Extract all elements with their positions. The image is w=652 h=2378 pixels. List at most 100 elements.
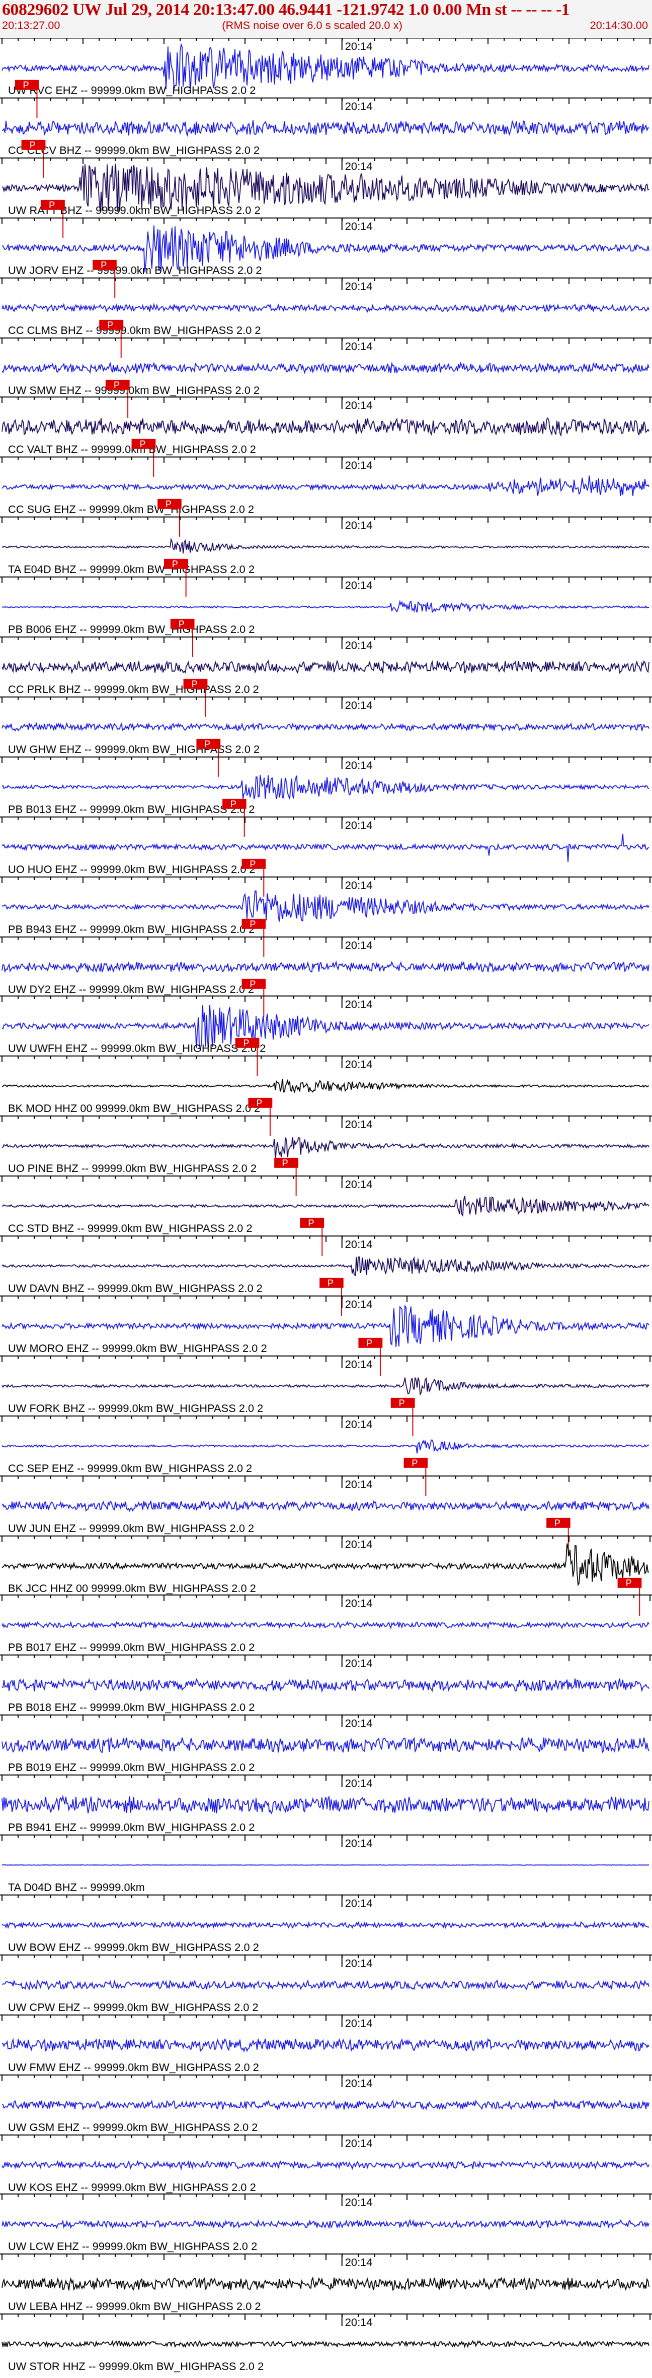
minute-label: 20:14 <box>345 940 373 952</box>
pick-label: P <box>554 1518 560 1528</box>
pick-label: P <box>243 1038 249 1048</box>
pick-label: P <box>308 1218 314 1228</box>
trace-row: 20:14 UW UWFH EHZ -- 99999.0km BW_HIGHPAS… <box>0 995 652 1076</box>
station-label: PB B013 EHZ -- 99999.0km BW_HIGHPASS 2.0… <box>8 804 255 816</box>
waveform <box>1 1304 650 1347</box>
station-label: UW JUN EHZ -- 99999.0km BW_HIGHPASS 2.0 … <box>8 1523 254 1535</box>
trace-row: 20:14 UW DY2 EHZ -- 99999.0km BW_HIGHPASS… <box>0 936 652 1017</box>
waveform <box>1 1543 650 1587</box>
trace-row: 20:14 PB B019 EHZ -- 99999.0km BW_HIGHPAS… <box>0 1714 652 1774</box>
minute-label: 20:14 <box>345 1898 373 1910</box>
trace-row: 20:14 UW LCW EHZ -- 99999.0km BW_HIGHPASS… <box>0 2193 652 2253</box>
station-label: CC SUG EHZ -- 99999.0km BW_HIGHPASS 2.0 … <box>8 504 254 516</box>
minute-label: 20:14 <box>345 1658 373 1670</box>
noise-note: (RMS noise over 6.0 s scaled 20.0 x) <box>222 20 403 32</box>
minute-label: 20:14 <box>345 161 373 173</box>
trace-row: 20:14 BK MOD HHZ 00 99999.0km BW_HIGHPASS… <box>0 1055 652 1136</box>
trace-row: 20:14 PB B943 EHZ -- 99999.0km BW_HIGHPAS… <box>0 876 652 957</box>
waveform <box>1 1256 650 1277</box>
minute-label: 20:14 <box>345 760 373 772</box>
pick-label: P <box>191 679 197 689</box>
waveform <box>1 119 650 138</box>
pick-label: P <box>49 200 55 210</box>
trace-row: 20:14 UW DAVN BHZ -- 99999.0km BW_HIGHPAS… <box>0 1235 652 1316</box>
minute-label: 20:14 <box>345 1179 373 1191</box>
minute-label: 20:14 <box>345 2018 373 2030</box>
waveform <box>1 2159 650 2171</box>
trace-row: 20:14 UW CPW EHZ -- 99999.0km BW_HIGHPASS… <box>0 1954 652 2014</box>
waveform <box>1 2218 650 2230</box>
trace-row: 20:14CC VALT BHZ -- 99999.0km BW_HIGHPAS… <box>0 396 652 477</box>
event-title: 60829602 UW Jul 29, 2014 20:13:47.00 46.… <box>2 0 570 19</box>
waveform <box>1 1736 650 1754</box>
station-label: BK JCC HHZ 00 99999.0km BW_HIGHPASS 2.0 … <box>8 1583 256 1595</box>
trace-row: 20:14 UW JORV EHZ -- 99999.0km BW_HIGHPAS… <box>0 217 652 298</box>
waveform <box>1 775 650 801</box>
waveform <box>1 1500 650 1513</box>
pick-label: P <box>166 499 172 509</box>
pick-label: P <box>101 260 107 270</box>
waveform <box>1 833 650 863</box>
header-bar: 60829602 UW Jul 29, 2014 20:13:47.00 46.… <box>0 0 652 38</box>
minute-label: 20:14 <box>345 101 373 113</box>
trace-row: 20:14 UO PINE BHZ -- 99999.0km BW_HIGHPAS… <box>0 1115 652 1196</box>
trace-row: 20:14 PB B006 EHZ -- 99999.0km BW_HIGHPAS… <box>0 576 652 657</box>
start-time: 20:13:27.00 <box>2 20 61 32</box>
trace-row: 20:14 TA E04D BHZ -- 99999.0km BW_HIGHPAS… <box>0 516 652 597</box>
trace-row: 20:14 UW FORK BHZ -- 99999.0km BW_HIGHPAS… <box>0 1355 652 1436</box>
minute-label: 20:14 <box>345 1239 373 1251</box>
station-label: PB B943 EHZ -- 99999.0km BW_HIGHPASS 2.0… <box>8 924 255 936</box>
minute-label: 20:14 <box>345 2257 373 2269</box>
station-label: PB B019 EHZ -- 99999.0km BW_HIGHPASS 2.0… <box>8 1762 255 1774</box>
station-label: UW FORK BHZ -- 99999.0km BW_HIGHPASS 2.0… <box>8 1403 263 1415</box>
minute-label: 20:14 <box>345 2197 373 2209</box>
station-label: TA D04D BHZ -- 99999.0km <box>8 1882 145 1894</box>
station-label: UW GSM EHZ -- 99999.0km BW_HIGHPASS 2.0 … <box>8 2122 258 2134</box>
station-label: UW BOW EHZ -- 99999.0km BW_HIGHPASS 2.0 … <box>8 1942 259 1954</box>
station-label: UW GHW EHZ -- 99999.0km BW_HIGHPASS 2.0 … <box>8 744 260 756</box>
pick-label: P <box>399 1398 405 1408</box>
pick-label: P <box>250 979 256 989</box>
pick-label: P <box>626 1578 632 1588</box>
trace-row: 20:14 UW STOR HHZ -- 99999.0km BW_HIGHPAS… <box>0 2313 652 2373</box>
trace-row: 20:14 BK JCC HHZ 00 99999.0km BW_HIGHPASS… <box>0 1535 652 1616</box>
station-label: UO PINE BHZ -- 99999.0km BW_HIGHPASS 2.0… <box>8 1163 257 1175</box>
trace-row: 20:14 UW FMW EHZ -- 99999.0km BW_HIGHPASS… <box>0 2014 652 2074</box>
minute-label: 20:14 <box>345 580 373 592</box>
waveform <box>1 2037 650 2053</box>
minute-label: 20:14 <box>345 460 373 472</box>
station-label: UW CPW EHZ -- 99999.0km BW_HIGHPASS 2.0 … <box>8 2002 258 2014</box>
pick-label: P <box>250 859 256 869</box>
minute-label: 20:14 <box>345 1598 373 1610</box>
waveform <box>1 537 650 554</box>
trace-row: 20:14UW RATT BHZ -- 99999.0km BW_HIGHPAS… <box>0 157 652 238</box>
pick-label: P <box>250 919 256 929</box>
minute-label: 20:14 <box>345 400 373 412</box>
minute-label: 20:14 <box>345 1059 373 1071</box>
station-label: UW DAVN BHZ -- 99999.0km BW_HIGHPASS 2.0… <box>8 1283 263 1295</box>
waveform <box>1 1439 650 1454</box>
waveform <box>1 1920 650 1930</box>
minute-label: 20:14 <box>345 341 373 353</box>
pick-label: P <box>172 559 178 569</box>
waveform <box>1 721 650 732</box>
trace-row: 20:14 UW LEBA HHZ -- 99999.0km BW_HIGHPAS… <box>0 2253 652 2313</box>
trace-row: 20:14 UO HUO EHZ -- 99999.0km BW_HIGHPASS… <box>0 816 652 897</box>
station-label: CC CLCV BHZ -- 99999.0km BW_HIGHPASS 2.0… <box>8 145 260 157</box>
waveform <box>1 1979 650 1991</box>
station-label: UW RVC EHZ -- 99999.0km BW_HIGHPASS 2.0 … <box>8 85 256 97</box>
waveform <box>1 1678 650 1693</box>
waveform <box>1 1620 650 1630</box>
pick-label: P <box>107 320 113 330</box>
minute-label: 20:14 <box>345 1958 373 1970</box>
station-label: UW DY2 EHZ -- 99999.0km BW_HIGHPASS 2.0 … <box>8 984 254 996</box>
minute-label: 20:14 <box>345 880 373 892</box>
pick-label: P <box>256 1098 262 1108</box>
waveform <box>1 361 650 375</box>
waveform <box>1 659 650 675</box>
station-label: UW STOR HHZ -- 99999.0km BW_HIGHPASS 2.0… <box>8 2361 264 2373</box>
minute-label: 20:14 <box>345 700 373 712</box>
minute-label: 20:14 <box>345 2138 373 2150</box>
minute-label: 20:14 <box>345 999 373 1011</box>
waveform <box>1 890 650 922</box>
